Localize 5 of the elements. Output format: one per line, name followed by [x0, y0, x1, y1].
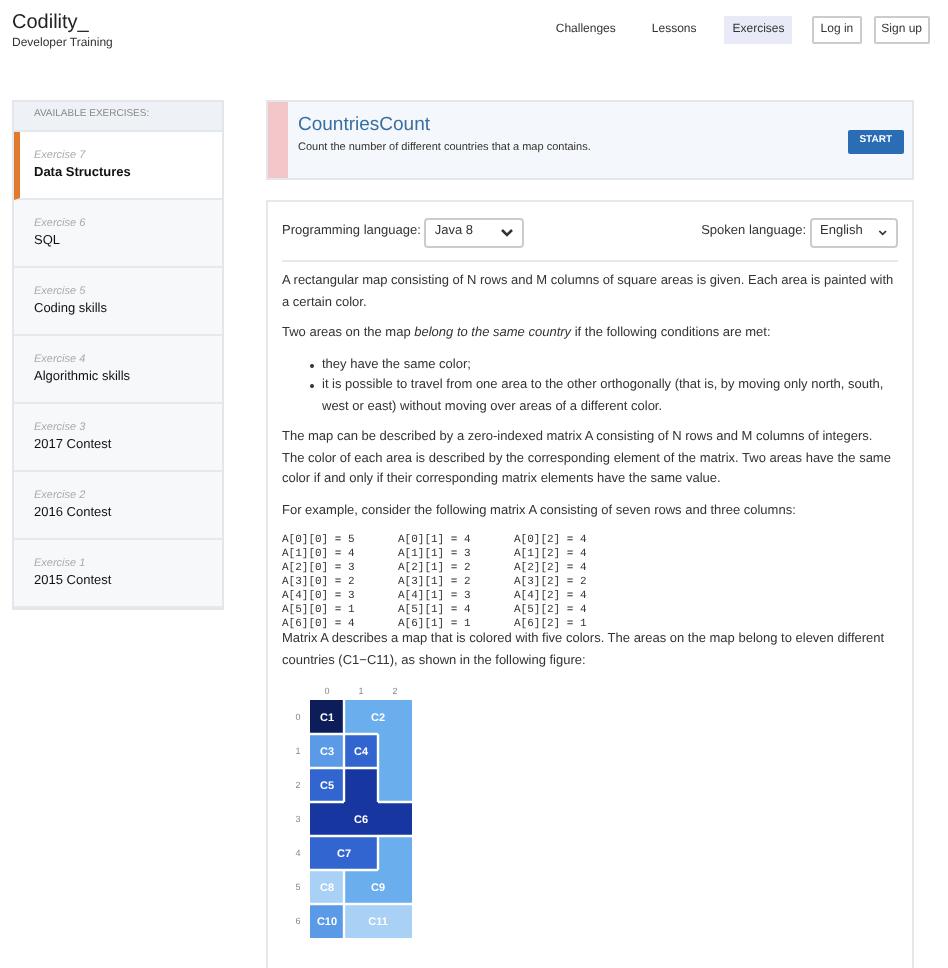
logo[interactable]: Codility_ — [12, 12, 113, 36]
chevron-icon — [500, 228, 515, 238]
chevron-icon — [878, 228, 888, 238]
task-stripe — [268, 102, 288, 178]
task-title: CountriesCount — [298, 114, 433, 138]
